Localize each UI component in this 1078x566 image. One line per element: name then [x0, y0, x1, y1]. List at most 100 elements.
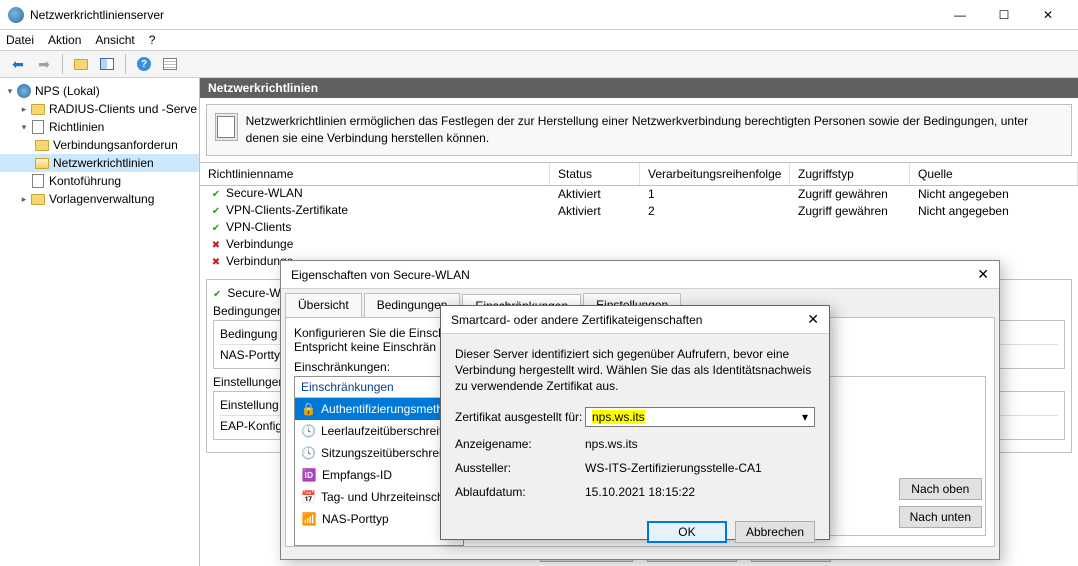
properties-close-button[interactable]: ✕ [949, 266, 989, 283]
nps-icon [16, 83, 32, 99]
minimize-button[interactable]: — [938, 1, 982, 29]
refresh-button[interactable] [158, 52, 182, 76]
menu-action[interactable]: Aktion [48, 33, 81, 47]
constraint-label: Authentifizierungsmethoden [321, 402, 457, 416]
folder-open-icon [34, 155, 50, 171]
up-button[interactable] [69, 52, 93, 76]
forward-button[interactable]: ➡ [32, 52, 56, 76]
list-row[interactable]: VPN-Clients [200, 220, 1078, 237]
list-row[interactable]: Verbindunge [200, 237, 1078, 254]
constraint-idle-timeout[interactable]: 🕓 Leerlaufzeitüberschreitung [295, 420, 463, 442]
tree-templates[interactable]: ▸ Vorlagenverwaltung [0, 190, 199, 208]
tree-label: Netzwerkrichtlinien [53, 156, 154, 170]
expiry-value: 15.10.2021 18:15:22 [585, 485, 815, 499]
maximize-button[interactable]: ☐ [982, 1, 1026, 29]
col-name[interactable]: Richtlinienname [200, 163, 550, 185]
panes-icon [100, 58, 114, 70]
toolbar-separator [125, 54, 126, 74]
constraint-session-timeout[interactable]: 🕓 Sitzungszeitüberschreitung [295, 442, 463, 464]
issuer-label: Aussteller: [455, 461, 585, 475]
col-access[interactable]: Zugriffstyp [790, 163, 910, 185]
properties-title: Eigenschaften von Secure-WLAN [291, 268, 949, 282]
policy-large-icon [215, 113, 238, 141]
tree-accounting[interactable]: Kontoführung [0, 172, 199, 190]
calendar-icon: 📅 [301, 489, 316, 505]
expand-icon[interactable]: ▾ [4, 86, 16, 97]
row-order: 1 [640, 187, 790, 201]
cert-title: Smartcard- oder andere Zertifikateigensc… [451, 313, 779, 327]
list-row[interactable]: Secure-WLAN Aktiviert 1 Zugriff gewähren… [200, 186, 1078, 203]
col-source[interactable]: Quelle [910, 163, 1078, 185]
row-status: Aktiviert [550, 204, 640, 218]
list-row[interactable]: VPN-Clients-Zertifikate Aktiviert 2 Zugr… [200, 203, 1078, 220]
arrow-right-icon: ➡ [38, 56, 50, 73]
show-hide-button[interactable] [95, 52, 119, 76]
constraint-called-station[interactable]: 🆔 Empfangs-ID [295, 464, 463, 486]
friendly-name-value: nps.ws.its [585, 437, 815, 451]
constraint-auth-methods[interactable]: 🔒 Authentifizierungsmethoden [295, 398, 463, 420]
constraint-label: NAS-Porttyp [322, 512, 389, 526]
cert-titlebar[interactable]: Smartcard- oder andere Zertifikateigensc… [441, 306, 829, 334]
move-up-button[interactable]: Nach oben [899, 478, 982, 500]
clock-icon: 🕓 [301, 445, 316, 461]
expand-icon[interactable]: ▸ [18, 194, 30, 205]
folder-icon [30, 101, 46, 117]
row-name: Secure-WLAN [226, 186, 303, 200]
tree-connection-request[interactable]: Verbindungsanforderun [0, 136, 199, 154]
tree-network-policies[interactable]: Netzwerkrichtlinien [0, 154, 199, 172]
expand-icon[interactable]: ▸ [18, 104, 30, 115]
tree-root-label: NPS (Lokal) [35, 84, 100, 98]
col-order[interactable]: Verarbeitungsreihenfolge [640, 163, 790, 185]
tree-policies[interactable]: ▾ Richtlinien [0, 118, 199, 136]
constraints-list-header: Einschränkungen [295, 377, 463, 398]
constraint-nas-port[interactable]: 📶 NAS-Porttyp [295, 508, 463, 530]
move-down-button[interactable]: Nach unten [899, 506, 982, 528]
tree-radius-clients[interactable]: ▸ RADIUS-Clients und -Serve [0, 100, 199, 118]
templates-icon [30, 191, 46, 207]
issued-to-label: Zertifikat ausgestellt für: [455, 410, 585, 424]
description-text: Netzwerkrichtlinien ermöglichen das Fest… [246, 113, 1063, 147]
menu-help[interactable]: ? [149, 33, 156, 47]
cert-intro: Dieser Server identifiziert sich gegenüb… [455, 346, 815, 395]
cert-close-button[interactable]: ✕ [779, 311, 819, 328]
disabled-icon [208, 239, 224, 253]
accounting-icon [30, 173, 46, 189]
tree-label: Kontoführung [49, 174, 121, 188]
row-name: VPN-Clients-Zertifikate [226, 203, 348, 217]
constraints-list[interactable]: Einschränkungen 🔒 Authentifizierungsmeth… [294, 376, 464, 546]
antenna-icon: 📶 [301, 511, 317, 527]
help-button[interactable]: ? [132, 52, 156, 76]
title-bar: Netzwerkrichtlinienserver — ☐ ✕ [0, 0, 1078, 30]
cancel-button[interactable]: Abbrechen [735, 521, 815, 543]
tab-overview[interactable]: Übersicht [285, 293, 362, 317]
description-box: Netzwerkrichtlinien ermöglichen das Fest… [206, 104, 1072, 156]
nav-tree[interactable]: ▾ NPS (Lokal) ▸ RADIUS-Clients und -Serv… [0, 78, 200, 566]
back-button[interactable]: ⬅ [6, 52, 30, 76]
menu-file[interactable]: Datei [6, 33, 34, 47]
tree-label: Richtlinien [49, 120, 104, 134]
row-access: Zugriff gewähren [790, 204, 910, 218]
policy-icon [30, 119, 46, 135]
row-source: Nicht angegeben [910, 187, 1078, 201]
panel-header: Netzwerkrichtlinien [200, 78, 1078, 98]
list-icon [163, 58, 177, 70]
enabled-icon [208, 222, 224, 236]
ok-button[interactable]: OK [647, 521, 727, 543]
tree-root[interactable]: ▾ NPS (Lokal) [0, 82, 199, 100]
row-name: Verbindunge [226, 237, 293, 251]
properties-titlebar[interactable]: Eigenschaften von Secure-WLAN ✕ [281, 261, 999, 289]
constraint-day-time[interactable]: 📅 Tag- und Uhrzeiteinschränkungen [295, 486, 463, 508]
arrow-left-icon: ⬅ [12, 56, 24, 73]
folder-icon [34, 137, 50, 153]
issued-to-combo[interactable]: nps.ws.its ▾ [585, 407, 815, 427]
menu-view[interactable]: Ansicht [95, 33, 134, 47]
col-status[interactable]: Status [550, 163, 640, 185]
list-header: Richtlinienname Status Verarbeitungsreih… [200, 162, 1078, 186]
row-source: Nicht angegeben [910, 204, 1078, 218]
help-icon: ? [137, 57, 151, 71]
id-icon: 🆔 [301, 467, 317, 483]
expand-icon[interactable]: ▾ [18, 122, 30, 133]
tree-label: Vorlagenverwaltung [49, 192, 154, 206]
enabled-icon [208, 205, 224, 219]
close-button[interactable]: ✕ [1026, 1, 1070, 29]
